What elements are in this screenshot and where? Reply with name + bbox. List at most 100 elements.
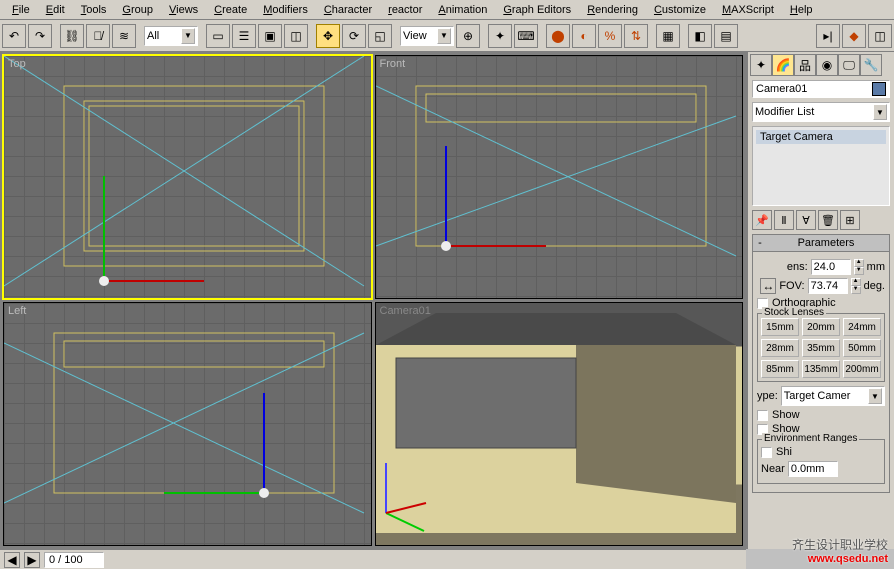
menu-edit[interactable]: Edit: [38, 2, 73, 17]
manipulate-button[interactable]: ✦: [488, 24, 512, 48]
align-button[interactable]: ▤: [714, 24, 738, 48]
show-end-result-button[interactable]: Ⅱ: [774, 210, 794, 230]
object-color-swatch[interactable]: [872, 82, 886, 96]
show-cone-label: Show: [772, 409, 800, 421]
fov-spinner[interactable]: 73.74: [808, 278, 848, 294]
stack-toolbar: 📌 Ⅱ ∀ 🗑 ⊞: [752, 210, 890, 230]
menu-help[interactable]: Help: [782, 2, 821, 17]
rotate-button[interactable]: ⟳: [342, 24, 366, 48]
viewport-left-label: Left: [8, 305, 26, 317]
menu-views[interactable]: Views: [161, 2, 206, 17]
viewport-camera[interactable]: Camera01: [375, 302, 744, 546]
bind-spacewarp-button[interactable]: ≋: [112, 24, 136, 48]
viewport-left[interactable]: Left: [3, 302, 372, 546]
select-button[interactable]: ▭: [206, 24, 230, 48]
lens-50mm-button[interactable]: 50mm: [843, 339, 881, 357]
viewport-top-label: Top: [8, 58, 26, 70]
layer-manager-button[interactable]: ▸|: [816, 24, 840, 48]
menu-character[interactable]: Character: [316, 2, 380, 17]
motion-tab[interactable]: ◉: [816, 54, 838, 76]
lens-20mm-button[interactable]: 20mm: [802, 318, 840, 336]
lens-135mm-button[interactable]: 135mm: [802, 360, 840, 378]
menu-rendering[interactable]: Rendering: [579, 2, 646, 17]
fov-unit: deg.: [864, 280, 885, 292]
status-bar: ◀ ▶ 0 / 100: [0, 549, 746, 569]
show-cone-checkbox[interactable]: [757, 410, 768, 421]
camera-type-combo[interactable]: Target Camer ▼: [781, 386, 885, 406]
snap-toggle-button[interactable]: ⬤: [546, 24, 570, 48]
near-spinner[interactable]: 0.0mm: [788, 461, 838, 477]
pivot-button[interactable]: ⊕: [456, 24, 480, 48]
utilities-tab[interactable]: 🔧: [860, 54, 882, 76]
lens-85mm-button[interactable]: 85mm: [761, 360, 799, 378]
lens-spinner[interactable]: 24.0: [811, 259, 851, 275]
viewport-top[interactable]: Top: [3, 55, 372, 299]
viewport-top-wireframe: [4, 56, 371, 298]
mirror-button[interactable]: ◧: [688, 24, 712, 48]
keyboard-shortcut-button[interactable]: ⌨: [514, 24, 538, 48]
named-selection-button[interactable]: ▦: [656, 24, 680, 48]
menu-create[interactable]: Create: [206, 2, 255, 17]
move-button[interactable]: ✥: [316, 24, 340, 48]
modify-tab[interactable]: 🌈: [772, 54, 794, 76]
remove-modifier-button[interactable]: 🗑: [818, 210, 838, 230]
pin-stack-button[interactable]: 📌: [752, 210, 772, 230]
curve-editor-button[interactable]: ◆: [842, 24, 866, 48]
percent-snap-button[interactable]: %: [598, 24, 622, 48]
undo-button[interactable]: ↶: [2, 24, 26, 48]
select-by-name-button[interactable]: ☰: [232, 24, 256, 48]
lens-28mm-button[interactable]: 28mm: [761, 339, 799, 357]
rollout-collapse-icon: -: [755, 237, 765, 249]
camera-type-value: Target Camer: [784, 390, 851, 402]
configure-sets-button[interactable]: ⊞: [840, 210, 860, 230]
lens-24mm-button[interactable]: 24mm: [843, 318, 881, 336]
viewport-front-label: Front: [380, 58, 406, 70]
menu-tools[interactable]: Tools: [73, 2, 115, 17]
display-tab[interactable]: 🖵: [838, 54, 860, 76]
select-region-button[interactable]: ▣: [258, 24, 282, 48]
angle-snap-button[interactable]: ◐: [572, 24, 596, 48]
viewport-front[interactable]: Front: [375, 55, 744, 299]
unlink-button[interactable]: ⛓̸: [86, 24, 110, 48]
link-button[interactable]: ⛓: [60, 24, 84, 48]
menu-reactor[interactable]: reactor: [380, 2, 430, 17]
lens-200mm-button[interactable]: 200mm: [843, 360, 881, 378]
menu-modifiers[interactable]: Modifiers: [255, 2, 316, 17]
make-unique-button[interactable]: ∀: [796, 210, 816, 230]
show-env-checkbox[interactable]: [761, 447, 772, 458]
menu-customize[interactable]: Customize: [646, 2, 714, 17]
near-label: Near: [761, 463, 785, 475]
main-area: Top Front: [0, 52, 894, 549]
menu-file[interactable]: File: [4, 2, 38, 17]
modifier-list-combo[interactable]: Modifier List ▼: [752, 102, 890, 122]
reference-coord-combo[interactable]: View ▼: [400, 26, 454, 46]
stack-item-target-camera[interactable]: Target Camera: [756, 130, 886, 144]
frame-counter: 0 / 100: [44, 552, 104, 568]
schematic-view-button[interactable]: ◫: [868, 24, 892, 48]
lens-15mm-button[interactable]: 15mm: [761, 318, 799, 336]
menu-graph-editors[interactable]: Graph Editors: [495, 2, 579, 17]
create-tab[interactable]: ✦: [750, 54, 772, 76]
spinner-snap-button[interactable]: ⇅: [624, 24, 648, 48]
menu-group[interactable]: Group: [114, 2, 161, 17]
chevron-down-icon: ▼: [868, 388, 882, 404]
selection-filter-combo[interactable]: All ▼: [144, 26, 198, 46]
chevron-down-icon: ▼: [181, 28, 195, 44]
window-crossing-button[interactable]: ◫: [284, 24, 308, 48]
menu-animation[interactable]: Animation: [430, 2, 495, 17]
scale-button[interactable]: ◱: [368, 24, 392, 48]
lens-spin-buttons[interactable]: ▲▼: [854, 259, 864, 275]
fov-direction-button[interactable]: ↔: [760, 278, 776, 294]
hierarchy-tab[interactable]: 品: [794, 54, 816, 76]
redo-button[interactable]: ↷: [28, 24, 52, 48]
timeline-next-button[interactable]: ▶: [24, 552, 40, 568]
command-panel: ✦ 🌈 品 ◉ 🖵 🔧 Camera01 Modifier List ▼ Tar…: [746, 52, 894, 549]
watermark-line2: www.qsedu.net: [792, 553, 888, 565]
fov-spin-buttons[interactable]: ▲▼: [851, 278, 861, 294]
lens-35mm-button[interactable]: 35mm: [802, 339, 840, 357]
object-name-field[interactable]: Camera01: [752, 80, 890, 98]
menu-maxscript[interactable]: MAXScript: [714, 2, 782, 17]
modifier-stack[interactable]: Target Camera: [752, 126, 890, 206]
parameters-rollout-header[interactable]: - Parameters: [753, 235, 889, 252]
timeline-prev-button[interactable]: ◀: [4, 552, 20, 568]
